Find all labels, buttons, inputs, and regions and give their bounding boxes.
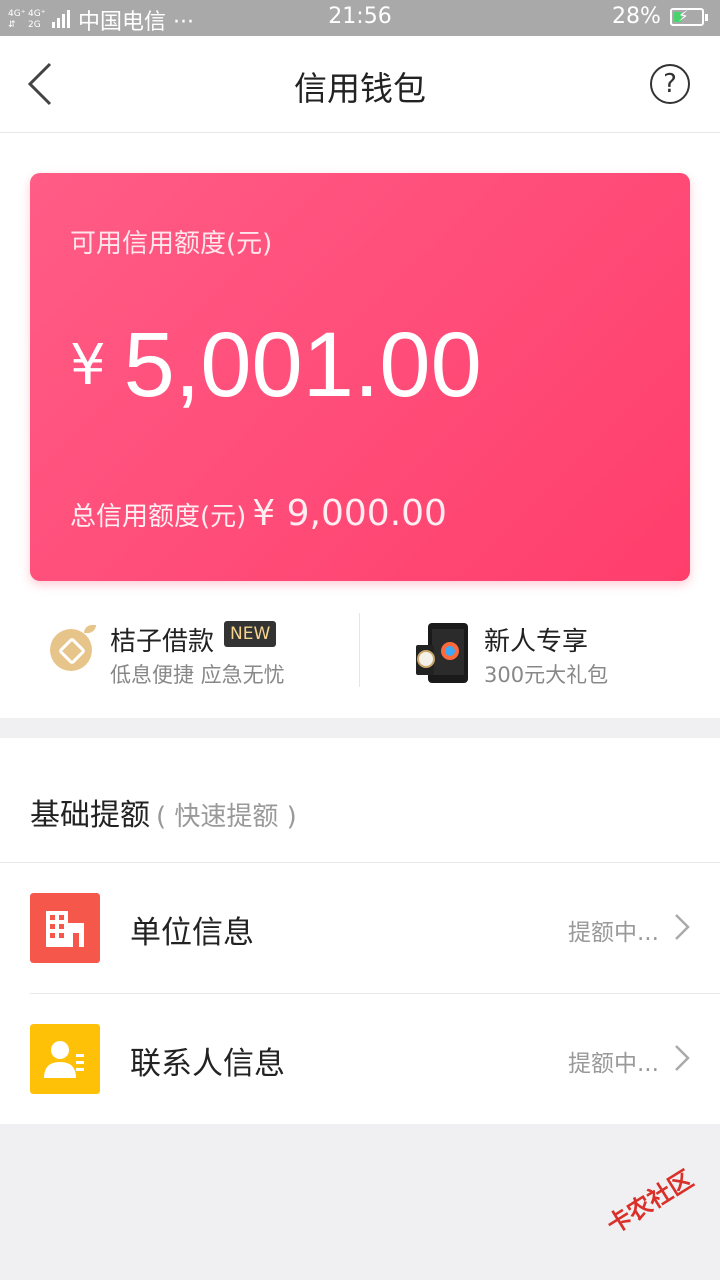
list-item-contact-info[interactable]: 联系人信息 提额中... xyxy=(0,994,720,1124)
phone-watch-image xyxy=(416,623,468,683)
page-title: 信用钱包 xyxy=(294,69,426,108)
help-icon[interactable]: ? xyxy=(650,64,690,104)
list-item-company-info[interactable]: 单位信息 提额中... xyxy=(0,863,720,993)
row-label: 联系人信息 xyxy=(130,1046,285,1082)
section-title-text: 基础提额 xyxy=(30,798,150,833)
total-credit-label: 总信用额度(元) xyxy=(70,502,247,532)
battery-percent: 28% xyxy=(612,4,661,29)
currency-symbol: ¥ xyxy=(70,333,106,398)
section-subtitle: ( 快速提额 ) xyxy=(156,802,297,832)
contact-person-icon xyxy=(30,1024,100,1094)
watermark-text: 卡农社区 xyxy=(601,1164,699,1240)
divider xyxy=(359,613,360,687)
promo-title: 桔子借款 xyxy=(110,627,215,657)
chevron-right-icon xyxy=(675,1045,690,1071)
status-bar: 4G⁺ ⇵ 4G⁺ 2G 中国电信 ··· 21:56 28% ⚡ xyxy=(0,0,720,36)
section-title: 基础提额( 快速提额 ) xyxy=(30,790,297,834)
orange-coin-icon xyxy=(50,625,96,671)
watermark-logo: 卡农社区 xyxy=(599,1160,699,1241)
new-badge: NEW xyxy=(224,621,277,647)
available-credit-amount: ¥5,001.00 xyxy=(70,313,482,418)
total-credit: 总信用额度(元) ¥ 9,000.00 xyxy=(70,493,447,534)
row-status: 提额中... xyxy=(568,920,659,946)
promo-title: 新人专享 xyxy=(484,627,589,657)
total-credit-value: ¥ 9,000.00 xyxy=(252,493,447,534)
credit-card: 可用信用额度(元) ¥5,001.00 总信用额度(元) ¥ 9,000.00 xyxy=(30,173,690,581)
row-label: 单位信息 xyxy=(130,915,254,951)
chevron-right-icon xyxy=(675,914,690,940)
wallet-summary: 可用信用额度(元) ¥5,001.00 总信用额度(元) ¥ 9,000.00 桔… xyxy=(0,133,720,718)
promo-row: 桔子借款 NEW 低息便捷 应急无忧 新人专享 300元大礼包 xyxy=(0,607,720,693)
row-status: 提额中... xyxy=(568,1051,659,1077)
battery-icon: ⚡ xyxy=(670,7,708,26)
available-amount-value: 5,001.00 xyxy=(123,314,482,416)
credit-boost-section: 基础提额( 快速提额 ) 单位信息 提额中... 联系人信息 提额中... xyxy=(0,738,720,1124)
building-icon xyxy=(30,893,100,963)
nav-bar: 信用钱包 ? xyxy=(0,36,720,133)
charging-bolt-icon: ⚡ xyxy=(678,7,689,25)
available-credit-label: 可用信用额度(元) xyxy=(70,229,273,259)
promo-subtitle: 低息便捷 应急无忧 xyxy=(110,663,285,687)
promo-subtitle: 300元大礼包 xyxy=(484,663,609,687)
